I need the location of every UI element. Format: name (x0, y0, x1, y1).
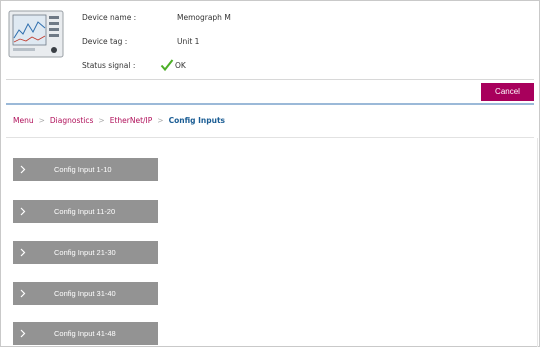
config-input-label: Config Input 21-30 (54, 248, 116, 257)
config-input-41-48-button[interactable]: Config Input 41-48 (13, 322, 158, 345)
chevron-right-icon (20, 289, 26, 298)
breadcrumb-separator: > (38, 116, 45, 125)
device-tag-value: Unit 1 (177, 37, 200, 46)
config-input-label: Config Input 11-20 (54, 207, 116, 216)
breadcrumb-item-ethernet-ip[interactable]: EtherNet/IP (110, 116, 153, 125)
breadcrumb-divider (6, 137, 534, 138)
chevron-right-icon (20, 165, 26, 174)
config-input-label: Config Input 31-40 (54, 289, 116, 298)
device-name-value: Memograph M (177, 13, 231, 22)
config-input-31-40-button[interactable]: Config Input 31-40 (13, 282, 158, 305)
device-tag-row: Device tag : Unit 1 (82, 37, 382, 51)
breadcrumb-separator: > (98, 116, 105, 125)
breadcrumb-current: Config Inputs (168, 116, 226, 125)
device-name-row: Device name : Memograph M (82, 13, 382, 27)
breadcrumb-item-menu[interactable]: Menu (13, 116, 34, 125)
breadcrumb: Menu > Diagnostics > EtherNet/IP > Config Inpu… (13, 116, 225, 125)
config-input-label: Config Input 41-48 (54, 329, 116, 338)
device-tag-label: Device tag : (82, 37, 128, 46)
device-thumbnail-icon (8, 10, 64, 58)
checkmark-icon (160, 59, 174, 72)
content-right-border (537, 138, 538, 347)
breadcrumb-separator: > (157, 116, 164, 125)
device-name-label: Device name : (82, 13, 137, 22)
chevron-right-icon (20, 248, 26, 257)
breadcrumb-item-diagnostics[interactable]: Diagnostics (50, 116, 94, 125)
config-input-label: Config Input 1-10 (54, 165, 112, 174)
toolbar-divider (6, 103, 534, 105)
status-signal-label: Status signal : (82, 61, 136, 70)
chevron-right-icon (20, 329, 26, 338)
config-input-11-20-button[interactable]: Config Input 11-20 (13, 200, 158, 223)
device-header: Device name : Memograph M Device tag : U… (6, 6, 534, 78)
cancel-button[interactable]: Cancel (481, 83, 534, 101)
status-signal-value: OK (175, 61, 186, 70)
chevron-right-icon (20, 207, 26, 216)
config-input-1-10-button[interactable]: Config Input 1-10 (13, 158, 158, 181)
status-signal-row: Status signal : OK (82, 59, 382, 75)
config-input-21-30-button[interactable]: Config Input 21-30 (13, 241, 158, 264)
header-divider (6, 79, 534, 80)
